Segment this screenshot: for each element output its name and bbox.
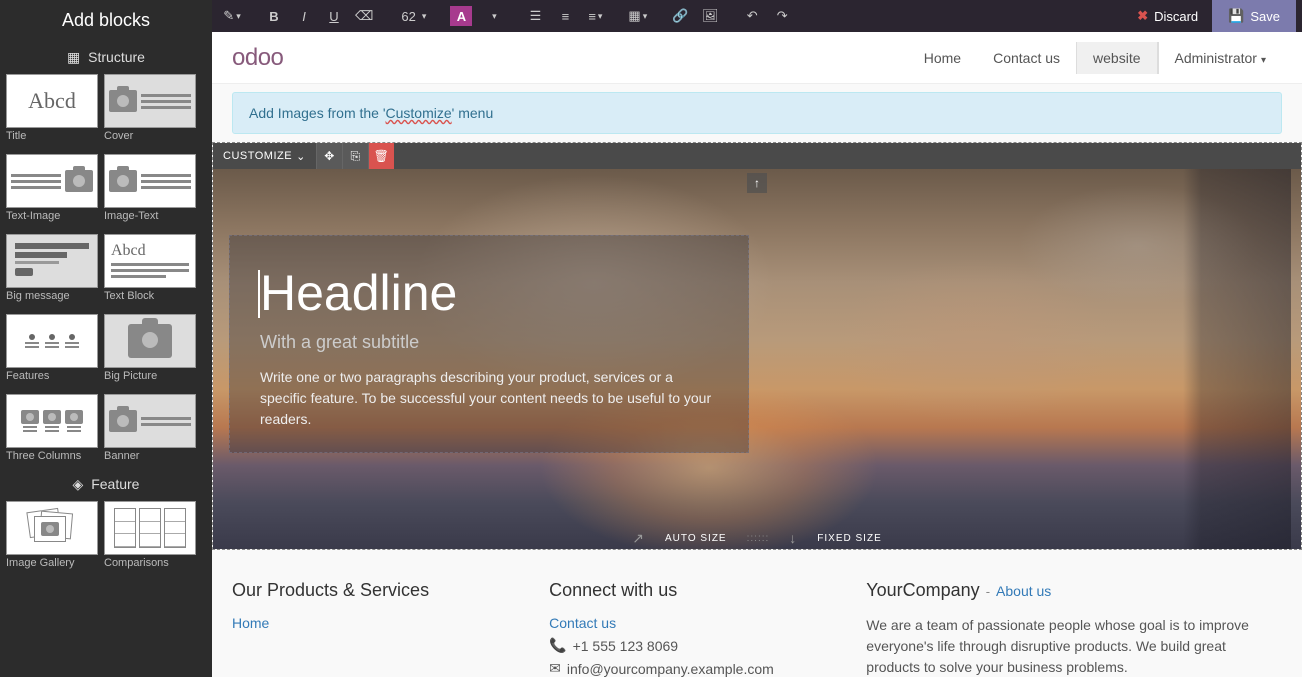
bullet-list-button[interactable]: ☰ [521, 3, 549, 29]
phone-icon: 📞 [549, 637, 566, 654]
editable-cover-block[interactable]: CUSTOMIZE⌄ ✥ ⎘ 🗑 ↑ Headline With a great… [212, 142, 1302, 550]
sidebar-title: Add blocks [0, 0, 212, 41]
nav-website[interactable]: website [1076, 42, 1157, 74]
content-area: odoo Home Contact us website Administrat… [212, 32, 1302, 677]
info-banner: Add Images from the 'Customize' menu [232, 92, 1282, 134]
block-banner[interactable]: Banner [104, 394, 196, 468]
fixed-size-label: FIXED SIZE [817, 533, 881, 544]
save-button[interactable]: 💾Save [1212, 0, 1296, 32]
undo-button[interactable]: ↶ [738, 3, 766, 29]
footer-home-link[interactable]: Home [232, 615, 269, 631]
hero-background: ↑ Headline With a great subtitle Write o… [213, 169, 1301, 549]
numbered-list-button[interactable]: ≡ [551, 3, 579, 29]
save-icon: 💾 [1228, 8, 1244, 24]
block-text-block[interactable]: Abcd Text Block [104, 234, 196, 308]
footer-products-title: Our Products & Services [232, 580, 509, 601]
blocks-feature: Image Gallery Comparisons [0, 501, 212, 575]
block-text-image[interactable]: Text-Image [6, 154, 98, 228]
caret-down-icon: ▾ [1261, 55, 1266, 66]
footer-email: ✉info@yourcompany.example.com [549, 660, 826, 677]
underline-button[interactable]: U [320, 3, 348, 29]
editor-toolbar: ✎▾ B I U ⌫ 62▾ A ▾ ☰ ≡ ≡▾ ▦▾ 🔗 🖼 ↶ ↷ ✖Di… [212, 0, 1302, 32]
discard-button[interactable]: ✖Discard [1123, 0, 1212, 32]
block-big-message[interactable]: Big message [6, 234, 98, 308]
redo-button[interactable]: ↷ [768, 3, 796, 29]
grip-icon: :::::: [747, 533, 770, 544]
hero-body[interactable]: Write one or two paragraphs describing y… [260, 367, 718, 430]
envelope-icon: ✉ [549, 660, 561, 677]
footer-company-name: YourCompany [866, 580, 979, 601]
align-button[interactable]: ≡▾ [581, 3, 609, 29]
move-up-handle[interactable]: ↑ [747, 173, 767, 193]
auto-size-label: AUTO SIZE [665, 533, 727, 544]
diamond-icon: ◈ [73, 476, 84, 492]
footer: Our Products & Services Home Connect wit… [212, 550, 1302, 677]
nav-administrator[interactable]: Administrator▾ [1158, 42, 1283, 74]
hero-headline[interactable]: Headline [260, 264, 718, 322]
resize-up-icon: ↗ [632, 530, 645, 547]
delete-block-button[interactable]: 🗑 [368, 143, 394, 169]
footer-col-about: YourCompany - About us We are a team of … [866, 580, 1282, 677]
website-topnav: odoo Home Contact us website Administrat… [212, 32, 1302, 84]
table-button[interactable]: ▦▾ [623, 3, 652, 29]
block-comparisons[interactable]: Comparisons [104, 501, 196, 575]
nav-contact-us[interactable]: Contact us [977, 42, 1076, 74]
nav-home[interactable]: Home [908, 42, 977, 74]
duplicate-block-button[interactable]: ⎘ [342, 143, 368, 169]
block-image-text[interactable]: Image-Text [104, 154, 196, 228]
sidebar: Add blocks ▦ Structure Abcd Title Cover … [0, 0, 212, 677]
hero-textbox[interactable]: Headline With a great subtitle Write one… [229, 235, 749, 453]
font-size-selector[interactable]: 62▾ [392, 3, 431, 29]
block-three-columns[interactable]: Three Columns [6, 394, 98, 468]
footer-phone: 📞+1 555 123 8069 [549, 637, 826, 654]
block-big-picture[interactable]: Big Picture [104, 314, 196, 388]
footer-about-text: We are a team of passionate people whose… [866, 615, 1282, 677]
clear-format-button[interactable]: ⌫ [350, 3, 378, 29]
section-structure-label: Structure [88, 49, 145, 65]
grid-icon: ▦ [67, 49, 80, 65]
section-feature-label: Feature [91, 476, 139, 492]
bold-button[interactable]: B [260, 3, 288, 29]
block-cover[interactable]: Cover [104, 74, 196, 148]
chevron-down-icon: ⌄ [296, 150, 306, 163]
block-features[interactable]: Features [6, 314, 98, 388]
paint-brush-button[interactable]: ✎▾ [218, 3, 246, 29]
resize-bar[interactable]: ↗ AUTO SIZE :::::: ↓ FIXED SIZE [213, 527, 1301, 549]
close-icon: ✖ [1137, 8, 1148, 24]
link-button[interactable]: 🔗 [666, 3, 694, 29]
resize-down-icon: ↓ [789, 530, 797, 546]
footer-col-connect: Connect with us Contact us 📞+1 555 123 8… [549, 580, 826, 677]
hero-subtitle[interactable]: With a great subtitle [260, 332, 718, 353]
block-image-gallery[interactable]: Image Gallery [6, 501, 98, 575]
text-color-dropdown[interactable]: ▾ [479, 3, 507, 29]
block-title[interactable]: Abcd Title [6, 74, 98, 148]
move-block-button[interactable]: ✥ [316, 143, 342, 169]
text-cursor [258, 270, 260, 318]
section-structure: ▦ Structure [0, 41, 212, 74]
logo[interactable]: odoo [232, 44, 283, 72]
section-feature: ◈ Feature [0, 468, 212, 501]
italic-button[interactable]: I [290, 3, 318, 29]
image-button[interactable]: 🖼 [696, 3, 724, 29]
footer-about-link[interactable]: About us [996, 583, 1051, 599]
footer-col-products: Our Products & Services Home [232, 580, 509, 677]
blocks-structure: Abcd Title Cover Text-Image Image-Text B… [0, 74, 212, 468]
customize-link[interactable]: Customize [386, 105, 452, 121]
text-color-button[interactable]: A [445, 3, 477, 29]
footer-contact-link[interactable]: Contact us [549, 615, 616, 631]
customize-dropdown[interactable]: CUSTOMIZE⌄ [213, 150, 316, 163]
customize-bar: CUSTOMIZE⌄ ✥ ⎘ 🗑 [213, 143, 1301, 169]
footer-connect-title: Connect with us [549, 580, 826, 601]
